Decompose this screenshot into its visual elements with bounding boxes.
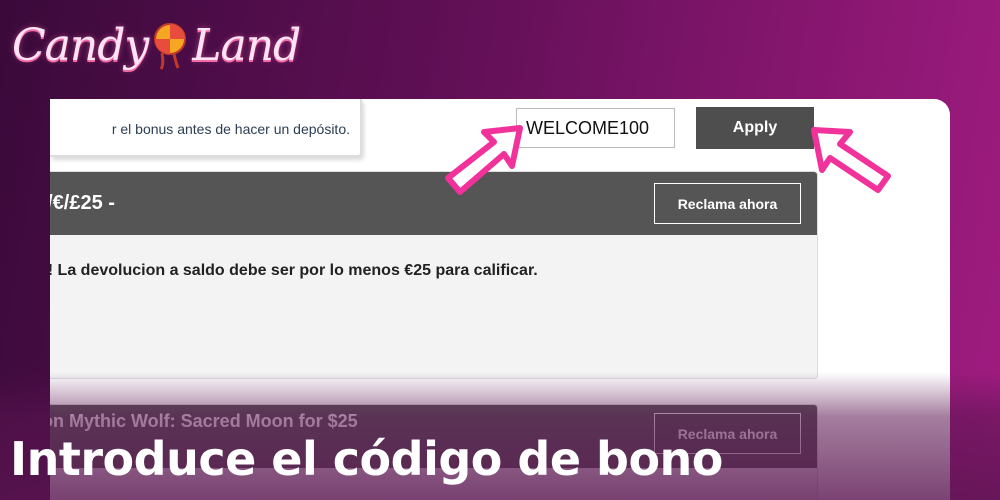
pink-pointer-arrow-icon [811,127,891,193]
bonus-title: on Mythic Wolf: Sacred Moon for $25 [50,411,358,431]
bonus-description: o! La devolucion a saldo debe ser por lo… [50,262,538,279]
bonus-card-header: $/€/£25 - Reclama ahora [50,172,817,235]
logo-text-left: Candy [12,19,149,71]
pink-pointer-arrow-icon [445,125,523,195]
bonus-notice-box: r el bonus antes de hacer un depósito. [50,99,362,157]
apply-button[interactable]: Apply [696,107,814,149]
caption-title: Introduce el código de bono [10,432,723,486]
claim-now-button[interactable]: Reclama ahora [654,183,801,224]
lollipop-icon [152,21,188,78]
bonus-notice-text: r el bonus antes de hacer un depósito. [111,121,350,137]
candyland-logo: Candy Land [12,10,301,80]
logo-text-right: Land [192,19,301,71]
bonus-title: $/€/£25 - [50,192,115,214]
bonus-card: $/€/£25 - Reclama ahora o! La devolucion… [50,171,818,379]
bonus-code-input[interactable] [516,108,675,148]
